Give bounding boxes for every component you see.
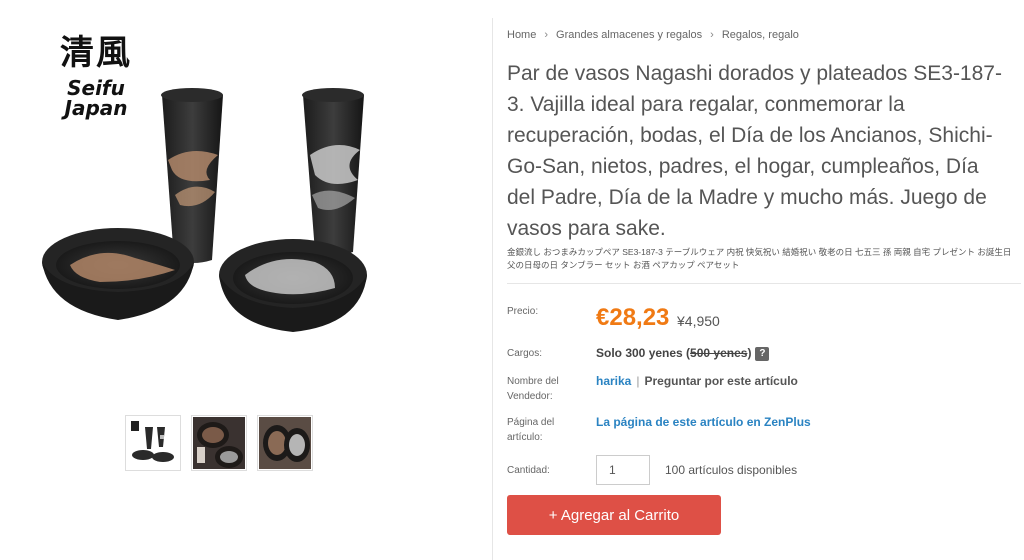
breadcrumb: Home › Grandes almacenes y regalos › Regalos… — [507, 29, 799, 41]
ask-about-item-link[interactable]: Preguntar por este artículo — [644, 374, 797, 388]
breadcrumb-separator: › — [710, 29, 714, 41]
item-page-label: Página del artículo: — [507, 417, 555, 443]
thumbnail-2[interactable] — [191, 415, 247, 471]
quantity-input[interactable] — [596, 455, 650, 485]
shipping-original-price: 500 yenes — [690, 346, 748, 360]
product-subtitle: 金銀流し おつまみカップペア SE3-187-3 テーブルウェア 内祝 快気祝い… — [507, 247, 1012, 270]
breadcrumb-department-store[interactable]: Grandes almacenes y regalos — [556, 29, 702, 41]
shipping-label: Cargos: — [507, 348, 543, 359]
thumbnail-strip — [125, 415, 313, 471]
thumbnail-3[interactable] — [257, 415, 313, 471]
column-divider — [492, 18, 493, 560]
main-product-image[interactable]: 清風 Seifu Japan — [30, 20, 470, 380]
shipping-cost: Solo 300 yenes (500 yenes)? — [596, 346, 770, 361]
logo-kanji: 清風 — [60, 33, 132, 73]
breadcrumb-separator: › — [544, 29, 549, 41]
product-gallery: 清風 Seifu Japan — [0, 0, 492, 560]
price-eur: €28,23 — [596, 304, 670, 331]
thumbnail-1[interactable] — [125, 415, 181, 471]
section-divider — [507, 283, 1021, 284]
seller-row: harika | Preguntar por este artículo — [596, 374, 798, 388]
breadcrumb-gifts[interactable]: Regalos, regalo — [722, 29, 799, 41]
quantity-label: Cantidad: — [507, 465, 550, 476]
thumbnail-image — [127, 417, 179, 469]
seller-label: Nombre del Vendedor: — [507, 376, 559, 402]
price-yen: ¥4,950 — [677, 313, 720, 329]
thumbnail-image — [193, 417, 245, 469]
logo-latin: Seifu Japan — [64, 76, 128, 120]
seller-name-link[interactable]: harika — [596, 374, 631, 388]
zenplus-item-page-link[interactable]: La página de este artículo en ZenPlus — [596, 415, 811, 429]
add-to-cart-button[interactable]: + Agregar al Carrito — [507, 495, 721, 535]
price-label: Precio: — [507, 306, 539, 317]
shipping-help-icon[interactable]: ? — [755, 346, 770, 361]
stock-available: 100 artículos disponibles — [665, 463, 798, 477]
seller-separator: | — [636, 374, 640, 388]
breadcrumb-home[interactable]: Home — [507, 29, 536, 41]
product-title: Par de vasos Nagashi dorados y plateados… — [507, 62, 1002, 240]
seifu-logo: 清風 Seifu Japan — [46, 36, 146, 118]
thumbnail-image — [259, 417, 311, 469]
